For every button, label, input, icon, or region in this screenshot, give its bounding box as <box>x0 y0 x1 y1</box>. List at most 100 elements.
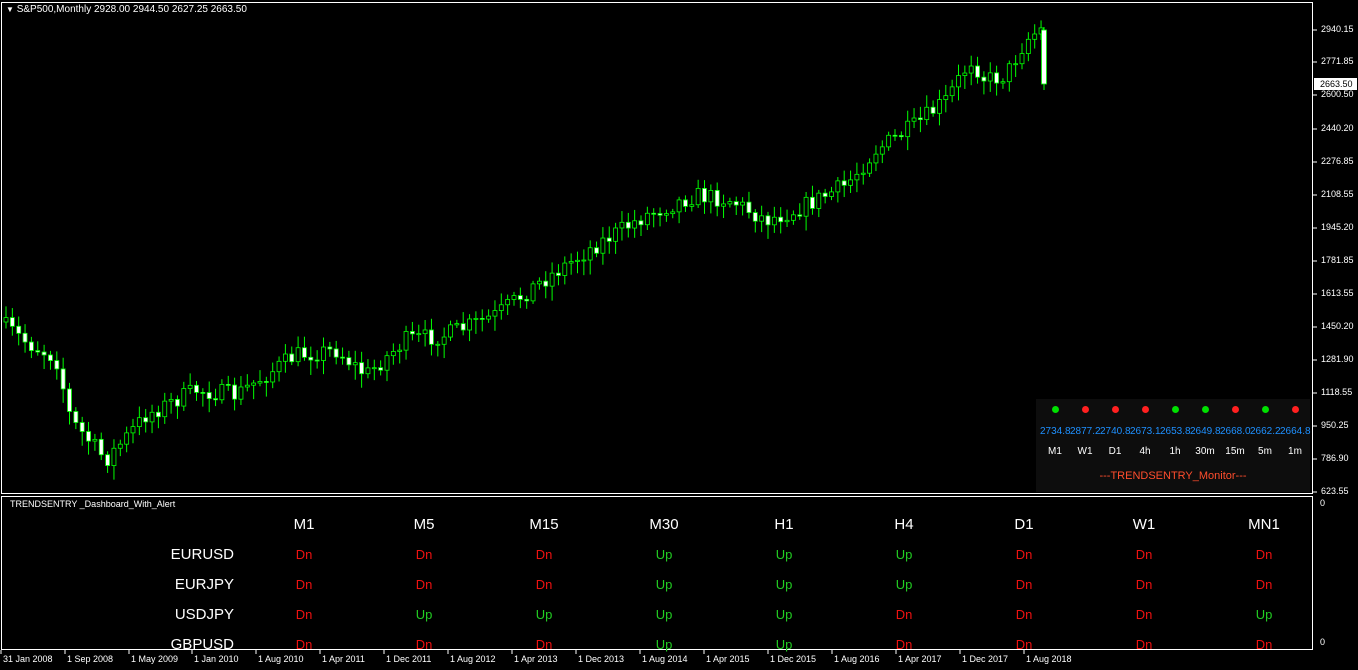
candle-body <box>340 356 345 359</box>
candle-body <box>79 422 85 432</box>
candle-body <box>136 417 142 428</box>
candle-body <box>213 398 218 401</box>
candle-body <box>22 332 28 343</box>
dashboard-signal-cell: Dn <box>295 547 313 562</box>
dashboard-signal-cell: Up <box>415 607 433 622</box>
monitor-timeframe: 1h <box>1169 446 1181 457</box>
candle-body <box>54 360 60 370</box>
subwindow-scale-top: 0 <box>1320 498 1326 508</box>
candle-body <box>911 117 917 122</box>
price-tick-label: 2108.55 <box>1321 189 1354 199</box>
candle-body <box>321 346 326 361</box>
monitor-timeframe: 30m <box>1195 446 1215 457</box>
candle-body <box>759 215 765 222</box>
dashboard-signal-cell: Dn <box>1255 637 1273 652</box>
chart-canvas <box>0 2 1317 654</box>
monitor-status-dot-icon <box>1232 406 1239 413</box>
candle-body <box>225 384 231 386</box>
candle-body <box>651 212 657 215</box>
candle-body <box>35 350 41 353</box>
candle-body <box>898 135 904 138</box>
candle-body <box>746 201 752 213</box>
candle-body <box>619 221 625 229</box>
dashboard-signal-cell: Up <box>1255 607 1273 622</box>
candle-body <box>1000 81 1006 84</box>
candle-body <box>613 227 618 242</box>
candle-body <box>276 360 282 373</box>
monitor-value: 2649.8 <box>1190 426 1221 437</box>
dashboard-signal-cell: Up <box>535 607 553 622</box>
time-tick-label: 1 Aug 2014 <box>642 654 688 664</box>
dashboard-signal-cell: Dn <box>1015 607 1033 622</box>
dashboard-timeframe-header: M5 <box>413 516 435 533</box>
candle-body <box>448 324 453 338</box>
monitor-timeframe: 15m <box>1225 446 1245 457</box>
price-tick-label: 950.25 <box>1321 420 1349 430</box>
monitor-timeframe: M1 <box>1048 446 1062 457</box>
dashboard-timeframe-header: MN1 <box>1248 516 1280 533</box>
chart-menu-triangle-icon[interactable]: ▼ <box>6 5 14 14</box>
dashboard-signal-cell: Dn <box>295 637 313 652</box>
dashboard-symbol: EURJPY <box>174 576 234 593</box>
candle-body <box>816 192 822 209</box>
candle-body <box>511 295 517 300</box>
time-tick-label: 1 Apr 2013 <box>514 654 558 664</box>
dashboard-signal-cell: Dn <box>535 547 553 562</box>
candle-body <box>638 220 644 226</box>
candle-body <box>282 353 288 362</box>
candle-body <box>492 310 498 317</box>
candle-body <box>835 180 841 193</box>
dashboard-signal-cell: Up <box>655 577 673 592</box>
price-tick-label: 2440.20 <box>1321 123 1354 133</box>
candle-body <box>810 196 815 209</box>
monitor-status-dot-icon <box>1292 406 1299 413</box>
candle-body <box>632 220 638 229</box>
candle-body <box>238 386 244 400</box>
candle-body <box>962 72 968 76</box>
chart-header[interactable]: ▼ S&P500,Monthly 2928.00 2944.50 2627.25… <box>6 4 247 15</box>
dashboard-signal-cell: Dn <box>1015 637 1033 652</box>
dashboard-timeframe-header: M30 <box>649 516 679 533</box>
candle-body <box>314 359 320 362</box>
candle-body <box>162 400 168 418</box>
candle-body <box>987 72 993 82</box>
candle-body <box>581 259 587 262</box>
monitor-value: 2664.8 <box>1280 426 1311 437</box>
candle-body <box>289 353 295 363</box>
time-tick-label: 31 Jan 2008 <box>3 654 53 664</box>
candle-body <box>1019 53 1025 65</box>
dashboard-signal-cell: Dn <box>415 577 433 592</box>
dashboard-signal-cell: Dn <box>535 577 553 592</box>
candle-body <box>1025 38 1031 54</box>
candle-body <box>625 221 631 229</box>
time-tick-label: 1 Aug 2016 <box>834 654 880 664</box>
candle-body <box>587 247 593 261</box>
candle-body <box>244 384 250 388</box>
candle-body <box>949 86 955 97</box>
dashboard-timeframe-header: M1 <box>293 516 315 533</box>
candle-body <box>683 199 688 207</box>
time-tick-label: 1 Aug 2012 <box>450 654 496 664</box>
candle-body <box>778 216 784 223</box>
monitor-timeframe: 4h <box>1139 446 1151 457</box>
dashboard-signal-cell: Up <box>895 547 913 562</box>
candle-body <box>797 214 803 217</box>
candle-body <box>498 304 504 311</box>
monitor-timeframe: W1 <box>1077 446 1093 457</box>
candle-body <box>727 201 733 205</box>
candle-body <box>352 362 358 366</box>
price-tick-label: 1945.20 <box>1321 222 1354 232</box>
candle-body <box>60 368 66 390</box>
monitor-status-dot-icon <box>1052 406 1059 413</box>
price-tick-label: 1450.20 <box>1321 321 1354 331</box>
candle-body <box>829 191 834 197</box>
dashboard-signal-cell: Dn <box>295 607 313 622</box>
candle-body <box>371 367 377 370</box>
candle-body <box>695 188 701 206</box>
dashboard-symbol: EURUSD <box>170 546 234 563</box>
price-tick-label: 1118.55 <box>1321 387 1353 397</box>
candle-body <box>784 219 790 223</box>
candle-body <box>454 323 460 326</box>
candle-body <box>168 399 174 402</box>
dashboard-signal-cell: Up <box>655 607 673 622</box>
